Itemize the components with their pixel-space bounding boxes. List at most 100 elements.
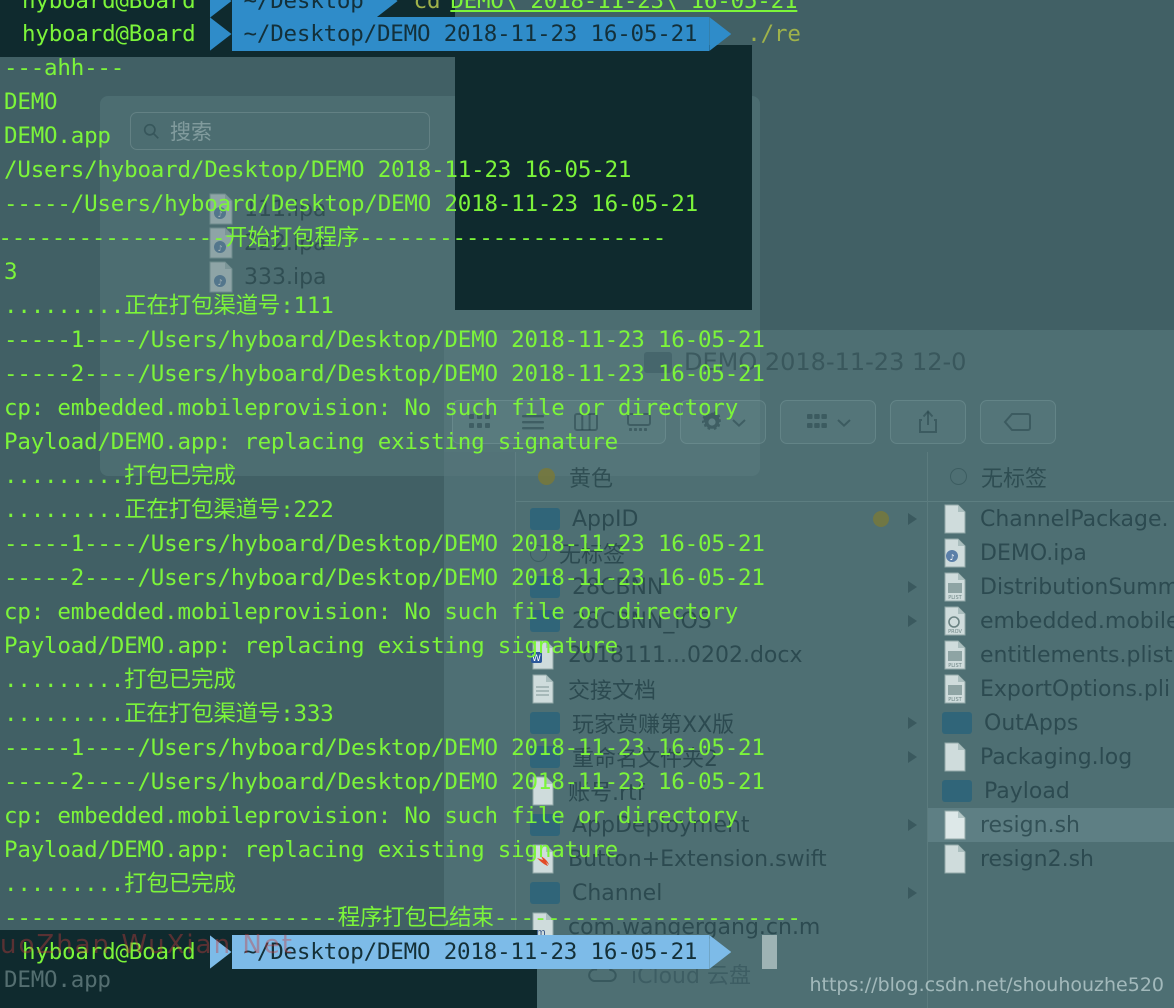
disclosure-arrow-icon[interactable] bbox=[908, 819, 917, 831]
plist-file-icon: PLIST bbox=[944, 572, 966, 602]
plain-file-icon bbox=[944, 742, 966, 772]
share-icon bbox=[919, 410, 937, 433]
file-name: embedded.mobile bbox=[980, 608, 1174, 634]
terminal-line: .........打包已完成 bbox=[4, 667, 236, 693]
file-name: resign.sh bbox=[980, 812, 1080, 838]
list-item[interactable]: ChannelPackage. bbox=[928, 502, 1174, 536]
list-item[interactable]: Payload bbox=[928, 774, 1174, 808]
screen: 搜索 ♪ 111.ipa ♪ 222.ipa ♪ 333.ipa DEMO 20… bbox=[0, 0, 1174, 1008]
prompt-user: hyboard@Board bbox=[0, 17, 210, 51]
terminal-line: Payload/DEMO.app: replacing existing sig… bbox=[4, 837, 618, 863]
prompt-separator-icon bbox=[709, 17, 732, 51]
terminal-line: plist-------------------开始打包程序----------… bbox=[0, 225, 667, 251]
watermark-url: https://blog.csdn.net/shouhouzhe520 bbox=[809, 974, 1164, 996]
file-name: ChannelPackage. bbox=[980, 506, 1169, 532]
folder-icon bbox=[942, 780, 972, 802]
terminal-line: -----1----/Users/hyboard/Desktop/DEMO 20… bbox=[4, 735, 765, 761]
tags-button[interactable] bbox=[980, 400, 1056, 444]
terminal-line: .........正在打包渠道号:333 bbox=[4, 701, 334, 727]
tag-header-none: 无标签 bbox=[928, 452, 1174, 502]
prompt-separator-icon bbox=[209, 17, 232, 51]
ipa-file-icon: ♪ bbox=[944, 538, 966, 568]
prompt-separator-icon bbox=[375, 0, 398, 18]
chevron-down-icon bbox=[837, 418, 851, 427]
list-item[interactable]: resign.sh bbox=[928, 808, 1174, 842]
tag-icon bbox=[1003, 413, 1031, 431]
terminal-line: .........打包已完成 bbox=[4, 463, 236, 489]
list-item[interactable]: PLIST DistributionSumm bbox=[928, 570, 1174, 604]
disclosure-arrow-icon[interactable] bbox=[908, 751, 917, 763]
disclosure-arrow-icon[interactable] bbox=[908, 615, 917, 627]
terminal-window: hyboard@Board ~/Desktop cd DEMO\ 2018-11… bbox=[0, 0, 800, 1008]
terminal-line: -----2----/Users/hyboard/Desktop/DEMO 20… bbox=[4, 565, 765, 591]
command-argument: DEMO\ 2018-11-23\ 16-05-21 bbox=[450, 0, 798, 14]
folder-icon bbox=[942, 712, 972, 734]
prompt-path: ~/Desktop/DEMO 2018-11-23 16-05-21 bbox=[231, 17, 710, 51]
svg-text:♪: ♪ bbox=[949, 553, 954, 562]
terminal-line: .........正在打包渠道号:111 bbox=[4, 293, 334, 319]
terminal-line: -----1----/Users/hyboard/Desktop/DEMO 20… bbox=[4, 531, 765, 557]
watermark-red: uoZhan WuXian Net bbox=[0, 930, 294, 960]
svg-text:PROV: PROV bbox=[948, 629, 962, 635]
tag-label: 无标签 bbox=[981, 466, 1048, 492]
terminal-line: -----2----/Users/hyboard/Desktop/DEMO 20… bbox=[4, 361, 765, 387]
provision-file-icon: PROV bbox=[944, 606, 966, 636]
svg-text:PLIST: PLIST bbox=[948, 663, 962, 669]
terminal-line: Payload/DEMO.app: replacing existing sig… bbox=[4, 633, 618, 659]
terminal-line: cp: embedded.mobileprovision: No such fi… bbox=[4, 803, 739, 829]
list-item[interactable]: ♪ DEMO.ipa bbox=[928, 536, 1174, 570]
circle-none-icon bbox=[950, 468, 967, 485]
terminal-line: .........正在打包渠道号:222 bbox=[4, 497, 334, 523]
terminal-command-cd: cd DEMO\ 2018-11-23\ 16-05-21 bbox=[398, 0, 798, 18]
ghost-demo-app-text: DEMO.app bbox=[4, 967, 111, 993]
prompt-separator-icon bbox=[209, 0, 232, 18]
prompt-separator-icon bbox=[709, 935, 732, 969]
terminal-line: .........打包已完成 bbox=[4, 871, 236, 897]
terminal-line: -----2----/Users/hyboard/Desktop/DEMO 20… bbox=[4, 769, 765, 795]
terminal-line: /Users/hyboard/Desktop/DEMO 2018-11-23 1… bbox=[4, 157, 632, 183]
terminal-output[interactable]: hyboard@Board ~/Desktop cd DEMO\ 2018-11… bbox=[0, 0, 800, 1008]
terminal-cursor bbox=[762, 935, 777, 969]
terminal-line: DEMO.app bbox=[4, 123, 111, 149]
file-name: ExportOptions.pli bbox=[980, 676, 1171, 702]
terminal-line: DEMO bbox=[4, 89, 58, 115]
terminal-command-resign: ./resign.sh DEMO bbox=[731, 17, 800, 51]
terminal-line: Payload/DEMO.app: replacing existing sig… bbox=[4, 429, 618, 455]
plist-file-icon: PLIST bbox=[944, 640, 966, 670]
list-item[interactable]: Packaging.log bbox=[928, 740, 1174, 774]
disclosure-arrow-icon[interactable] bbox=[908, 581, 917, 593]
disclosure-arrow-icon[interactable] bbox=[908, 513, 917, 525]
disclosure-arrow-icon[interactable] bbox=[908, 887, 917, 899]
terminal-prompt-line-top: hyboard@Board ~/Desktop cd DEMO\ 2018-11… bbox=[0, 0, 798, 18]
yellow-tag-dot-icon bbox=[873, 511, 889, 527]
share-button[interactable] bbox=[890, 400, 966, 444]
terminal-line: cp: embedded.mobileprovision: No such fi… bbox=[4, 395, 739, 421]
svg-text:PLIST: PLIST bbox=[948, 697, 962, 703]
prompt-user: hyboard@Board bbox=[0, 0, 210, 18]
prompt-path: ~/Desktop/DEMO 2018-11-23 16-05-21 bbox=[231, 935, 710, 969]
list-item[interactable]: PROV embedded.mobile bbox=[928, 604, 1174, 638]
terminal-line: cp: embedded.mobileprovision: No such fi… bbox=[4, 599, 739, 625]
terminal-line: 3 bbox=[4, 259, 18, 285]
file-name: resign2.sh bbox=[980, 846, 1094, 872]
prompt-path: ~/Desktop bbox=[231, 0, 376, 18]
file-name: DistributionSumm bbox=[980, 574, 1174, 600]
list-item[interactable]: PLIST ExportOptions.pli bbox=[928, 672, 1174, 706]
finder-right-column: 无标签 ChannelPackage. ♪ DEMO.ipa PLIST Dis… bbox=[928, 452, 1174, 1008]
plain-file-icon bbox=[944, 504, 966, 534]
file-name: DEMO.ipa bbox=[980, 540, 1087, 566]
plain-file-icon bbox=[944, 844, 966, 874]
arrange-icon bbox=[807, 414, 827, 428]
list-item[interactable]: resign2.sh bbox=[928, 842, 1174, 876]
disclosure-arrow-icon[interactable] bbox=[908, 717, 917, 729]
command-name: cd bbox=[413, 0, 441, 14]
terminal-line: ---ahh--- bbox=[4, 55, 125, 81]
file-name: entitlements.plist bbox=[980, 642, 1173, 668]
plist-file-icon: PLIST bbox=[944, 674, 966, 704]
command-name: ./resign.sh bbox=[747, 21, 800, 47]
list-item[interactable]: PLIST entitlements.plist bbox=[928, 638, 1174, 672]
list-item[interactable]: OutApps bbox=[928, 706, 1174, 740]
terminal-line: -----/Users/hyboard/Desktop/DEMO 2018-11… bbox=[4, 191, 698, 217]
file-name: OutApps bbox=[984, 710, 1079, 736]
file-name: Payload bbox=[984, 778, 1070, 804]
